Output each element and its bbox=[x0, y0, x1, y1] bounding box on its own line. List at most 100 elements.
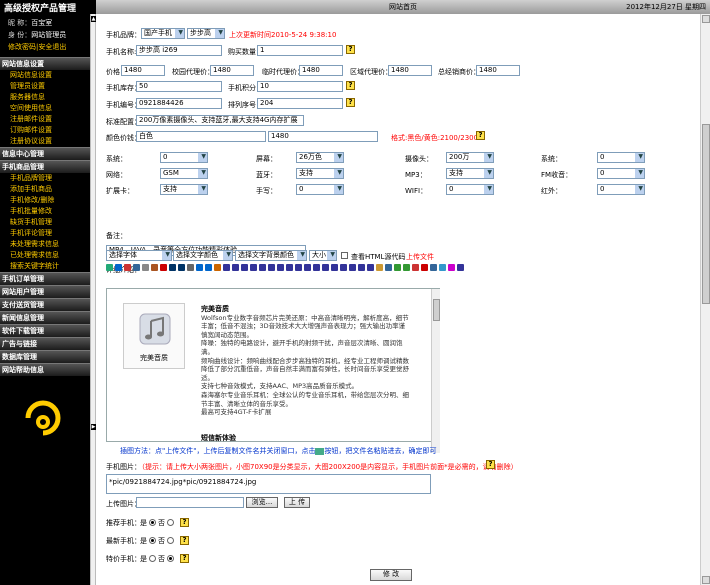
help-icon[interactable] bbox=[457, 264, 464, 271]
spec-select[interactable]: GSM ▼ bbox=[160, 168, 208, 179]
sidebar-item[interactable]: 添加手机商品 bbox=[0, 184, 90, 195]
subscript-icon[interactable] bbox=[223, 264, 230, 271]
sidebar-section[interactable]: 软件下载管理 bbox=[0, 324, 90, 337]
delete-icon[interactable] bbox=[151, 264, 158, 271]
list-icon[interactable] bbox=[250, 264, 257, 271]
spec-select[interactable]: 0 ▼ bbox=[597, 168, 645, 179]
outdent-icon[interactable] bbox=[304, 264, 311, 271]
sidebar-item[interactable]: 已处理需求信息 bbox=[0, 250, 90, 261]
media-icon[interactable] bbox=[385, 264, 392, 271]
help-icon[interactable]: ? bbox=[346, 45, 355, 54]
bg-color-select[interactable]: 选择文字背景颜色 ▼ bbox=[235, 250, 307, 261]
sidebar-item[interactable]: 未处理需求信息 bbox=[0, 239, 90, 250]
column-icon[interactable] bbox=[367, 264, 374, 271]
spec-select[interactable]: 0 ▼ bbox=[296, 184, 344, 195]
sidebar-item[interactable]: 服务器信息 bbox=[0, 92, 90, 103]
sidebar-section[interactable]: 新闻信息管理 bbox=[0, 311, 90, 324]
spec-select[interactable]: 0 ▼ bbox=[597, 152, 645, 163]
color-icon[interactable] bbox=[322, 264, 329, 271]
sidebar-item[interactable]: 手机品牌管理 bbox=[0, 173, 90, 184]
sidebar-item[interactable]: 手机批量修改 bbox=[0, 206, 90, 217]
yes-radio[interactable] bbox=[149, 519, 156, 526]
sidebar-item[interactable]: 缺货手机管理 bbox=[0, 217, 90, 228]
sidebar-item[interactable]: 网站信息设置 bbox=[0, 70, 90, 81]
color-input[interactable]: 白色 bbox=[136, 131, 266, 142]
no-radio[interactable] bbox=[167, 537, 174, 544]
sidebar-item[interactable]: 管理员设置 bbox=[0, 81, 90, 92]
image-icon[interactable] bbox=[376, 264, 383, 271]
insert-icon[interactable] bbox=[430, 264, 437, 271]
brand-select[interactable]: 国产手机 ▼ bbox=[141, 28, 185, 39]
points-input[interactable]: 10 bbox=[257, 81, 343, 92]
view-html-checkbox[interactable] bbox=[341, 252, 348, 259]
redo-icon[interactable] bbox=[169, 264, 176, 271]
editor-scroll-thumb[interactable] bbox=[433, 299, 440, 321]
align-left-icon[interactable] bbox=[259, 264, 266, 271]
text-color-select[interactable]: 选择文字颜色 ▼ bbox=[173, 250, 233, 261]
rank-input[interactable]: 204 bbox=[257, 98, 343, 109]
yes-radio[interactable] bbox=[149, 537, 156, 544]
sidebar-item[interactable]: 手机评论管理 bbox=[0, 228, 90, 239]
brand-sub-select[interactable]: 步步高 ▼ bbox=[187, 28, 225, 39]
remove-format-icon[interactable] bbox=[421, 264, 428, 271]
spec-select[interactable]: 200万 ▼ bbox=[446, 152, 494, 163]
justify-icon[interactable] bbox=[286, 264, 293, 271]
link-icon[interactable] bbox=[214, 264, 221, 271]
editor-scrollbar[interactable] bbox=[431, 289, 440, 453]
sidebar-section[interactable]: 支付送货管理 bbox=[0, 298, 90, 311]
page-scrollbar[interactable] bbox=[700, 14, 710, 585]
scroll-thumb[interactable] bbox=[702, 124, 710, 304]
spec-select[interactable]: 0 ▼ bbox=[446, 184, 494, 195]
spec-select[interactable]: 0 ▼ bbox=[597, 184, 645, 195]
help-icon[interactable]: ? bbox=[180, 518, 189, 527]
italic-icon[interactable] bbox=[187, 264, 194, 271]
help-icon[interactable]: ? bbox=[180, 554, 189, 563]
list-icon[interactable] bbox=[241, 264, 248, 271]
font-icon[interactable] bbox=[313, 264, 320, 271]
temp-price-input[interactable]: 1480 bbox=[299, 65, 343, 76]
find-icon[interactable] bbox=[142, 264, 149, 271]
copy-icon[interactable] bbox=[124, 264, 131, 271]
help-icon[interactable]: ? bbox=[180, 536, 189, 545]
flash-icon[interactable] bbox=[394, 264, 401, 271]
strike-icon[interactable] bbox=[205, 264, 212, 271]
cut-icon[interactable] bbox=[115, 264, 122, 271]
expand-arrow-icon[interactable]: ▶ bbox=[91, 424, 96, 430]
submit-button[interactable]: 修 改 bbox=[370, 569, 412, 581]
name-input[interactable]: 步步高 i269 bbox=[136, 45, 222, 56]
size-select[interactable]: 大小 ▼ bbox=[309, 250, 337, 261]
help-icon[interactable]: ? bbox=[346, 81, 355, 90]
table-icon[interactable] bbox=[349, 264, 356, 271]
help-icon[interactable]: ? bbox=[486, 460, 495, 469]
no-radio[interactable] bbox=[167, 519, 174, 526]
save-icon[interactable] bbox=[106, 264, 113, 271]
code-input[interactable]: 0921884426 bbox=[136, 98, 222, 109]
spec-select[interactable]: 支持 ▼ bbox=[446, 168, 494, 179]
sidebar-section[interactable]: 手机订单管理 bbox=[0, 272, 90, 285]
scroll-up-icon[interactable] bbox=[702, 15, 710, 23]
superscript-icon[interactable] bbox=[232, 264, 239, 271]
sidebar-item[interactable]: 空间使用信息 bbox=[0, 103, 90, 114]
paste-icon[interactable] bbox=[133, 264, 140, 271]
yes-radio[interactable] bbox=[149, 555, 156, 562]
spec-select[interactable]: 支持 ▼ bbox=[160, 184, 208, 195]
sidebar-item[interactable]: 注册邮件设置 bbox=[0, 114, 90, 125]
logout-link[interactable]: |安全退出 bbox=[36, 43, 66, 51]
bold-icon[interactable] bbox=[178, 264, 185, 271]
sidebar-section[interactable]: 网站帮助信息 bbox=[0, 363, 90, 376]
campus-price-input[interactable]: 1480 bbox=[210, 65, 254, 76]
browse-button[interactable]: 浏览... bbox=[246, 497, 278, 508]
sidebar-item[interactable]: 搜索关键字统计 bbox=[0, 261, 90, 272]
preview-icon[interactable] bbox=[448, 264, 455, 271]
collapse-arrow-icon[interactable]: ▲ bbox=[91, 16, 96, 22]
sidebar-section[interactable]: 信息中心管理 bbox=[0, 147, 90, 160]
spec-select[interactable]: 支持 ▼ bbox=[296, 168, 344, 179]
help-icon[interactable]: ? bbox=[476, 131, 485, 140]
image-paths-textarea[interactable]: *pic/0921884724.jpg*pic/0921884724.jpg bbox=[106, 474, 431, 494]
color-price-input[interactable]: 1480 bbox=[268, 131, 378, 142]
price-input[interactable]: 1480 bbox=[121, 65, 165, 76]
flash-icon[interactable] bbox=[403, 264, 410, 271]
no-radio[interactable] bbox=[167, 555, 174, 562]
detail-editor[interactable]: 完美音质 完美音质 Wolfson专业数字音频芯片完美还原：中高音清晰明亮，解析度… bbox=[106, 288, 440, 453]
sidebar-item[interactable]: 订购邮件设置 bbox=[0, 125, 90, 136]
